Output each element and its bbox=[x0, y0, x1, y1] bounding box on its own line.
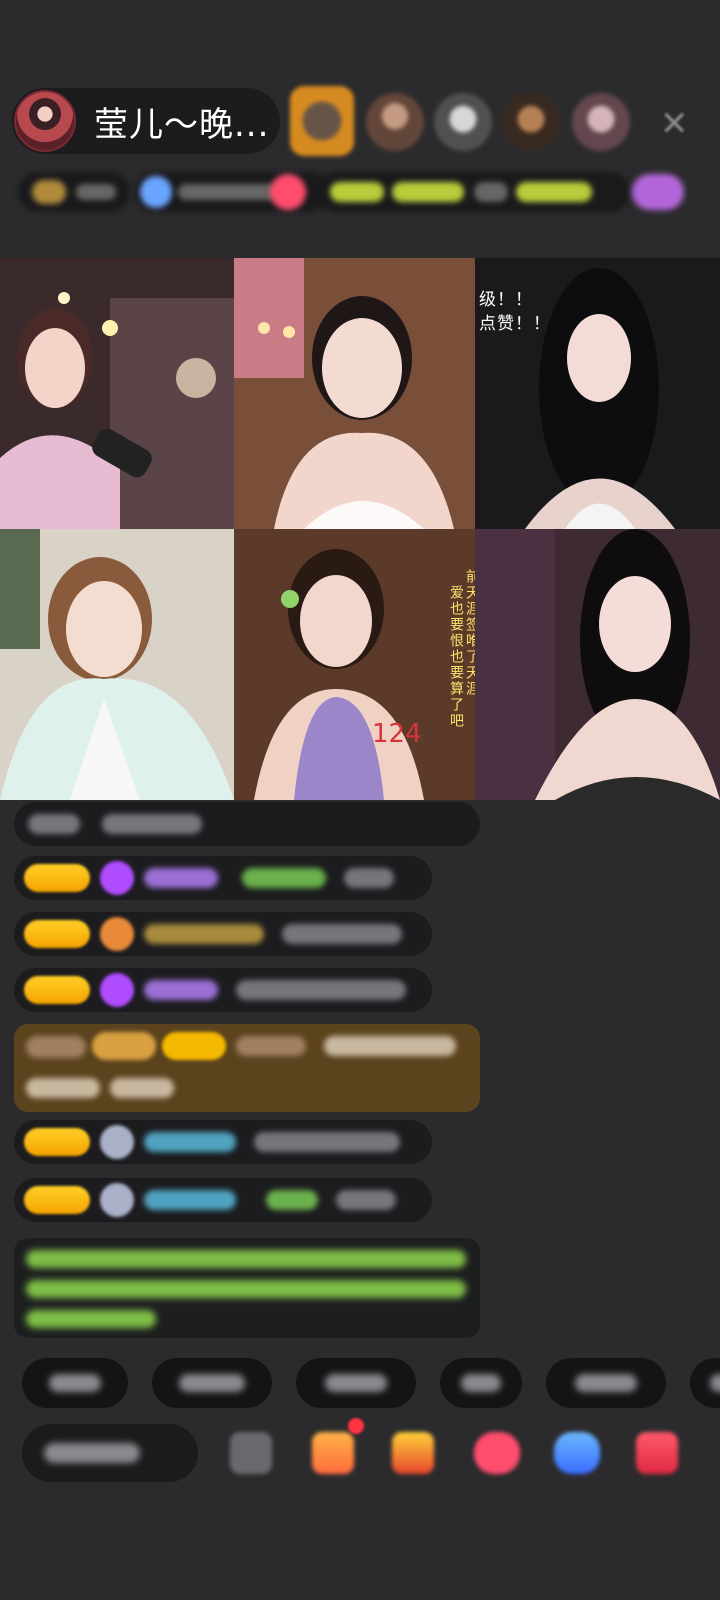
top-viewer-avatar[interactable] bbox=[290, 86, 354, 156]
video-tile-4[interactable] bbox=[0, 529, 234, 800]
fan-badge-icon bbox=[100, 917, 134, 951]
host-name: 莹儿～晚... bbox=[94, 104, 270, 145]
viewer-avatar[interactable] bbox=[366, 93, 424, 151]
video-tile-2[interactable] bbox=[234, 258, 475, 529]
chat-message[interactable] bbox=[14, 1120, 432, 1164]
user-avatar-icon bbox=[100, 1183, 134, 1217]
tile-overlay-number: 124 bbox=[372, 719, 422, 749]
level-badge bbox=[24, 1128, 90, 1156]
badge-row bbox=[18, 170, 688, 214]
close-icon[interactable]: ✕ bbox=[660, 104, 689, 144]
red-packet-icon[interactable] bbox=[474, 1432, 520, 1474]
keyboard-icon[interactable] bbox=[230, 1432, 272, 1474]
chat-message[interactable] bbox=[14, 968, 432, 1012]
video-tile-1[interactable] bbox=[0, 258, 234, 529]
quick-reply-chip[interactable] bbox=[440, 1358, 522, 1408]
quick-reply-chip[interactable] bbox=[690, 1358, 720, 1408]
chat-input-button[interactable] bbox=[22, 1424, 198, 1482]
video-tile-5[interactable]: 124 爱也要恨也要算了吧 前天涯签唯了天涯 bbox=[234, 529, 475, 800]
quick-reply-chip[interactable] bbox=[152, 1358, 272, 1408]
game-icon[interactable] bbox=[554, 1432, 600, 1474]
chat-message[interactable] bbox=[14, 912, 432, 956]
quick-reply-chip[interactable] bbox=[296, 1358, 416, 1408]
gem-icon bbox=[100, 973, 134, 1007]
host-avatar[interactable] bbox=[14, 90, 76, 152]
level-badge bbox=[24, 1186, 90, 1214]
lyrics-vertical-text: 前天涯签唯了天涯 bbox=[464, 569, 475, 697]
gem-icon bbox=[100, 861, 134, 895]
level-badge bbox=[24, 920, 90, 948]
host-info-pill[interactable]: 莹儿～晚... bbox=[12, 88, 280, 154]
viewer-avatar[interactable] bbox=[502, 93, 560, 151]
multi-host-video-grid: 级！！ 点赞！！ 124 爱也要恨也要算了吧 前天涯签唯了天涯 bbox=[0, 258, 720, 800]
viewer-avatar[interactable] bbox=[572, 93, 630, 151]
announcement-message bbox=[14, 1238, 480, 1338]
level-badge bbox=[24, 864, 90, 892]
chat-message[interactable] bbox=[14, 856, 432, 900]
tile-ticker-text: 级！！ 点赞！！ bbox=[479, 290, 551, 334]
highlighted-chat-message[interactable] bbox=[14, 1024, 480, 1112]
user-avatar-icon bbox=[100, 1125, 134, 1159]
gift-box-icon[interactable] bbox=[312, 1432, 354, 1474]
quick-reply-chip[interactable] bbox=[22, 1358, 128, 1408]
gift-icon[interactable] bbox=[636, 1432, 678, 1474]
viewer-avatar[interactable] bbox=[434, 93, 492, 151]
chat-message[interactable] bbox=[14, 1178, 432, 1222]
video-tile-6[interactable] bbox=[475, 529, 720, 800]
system-notice-row bbox=[14, 802, 480, 846]
lyrics-vertical-text: 爱也要恨也要算了吧 bbox=[448, 585, 464, 729]
quick-reply-chip[interactable] bbox=[546, 1358, 666, 1408]
treasure-icon[interactable] bbox=[392, 1432, 434, 1474]
notification-dot bbox=[348, 1418, 364, 1434]
level-badge bbox=[24, 976, 90, 1004]
video-tile-3[interactable]: 级！！ 点赞！！ bbox=[475, 258, 720, 529]
